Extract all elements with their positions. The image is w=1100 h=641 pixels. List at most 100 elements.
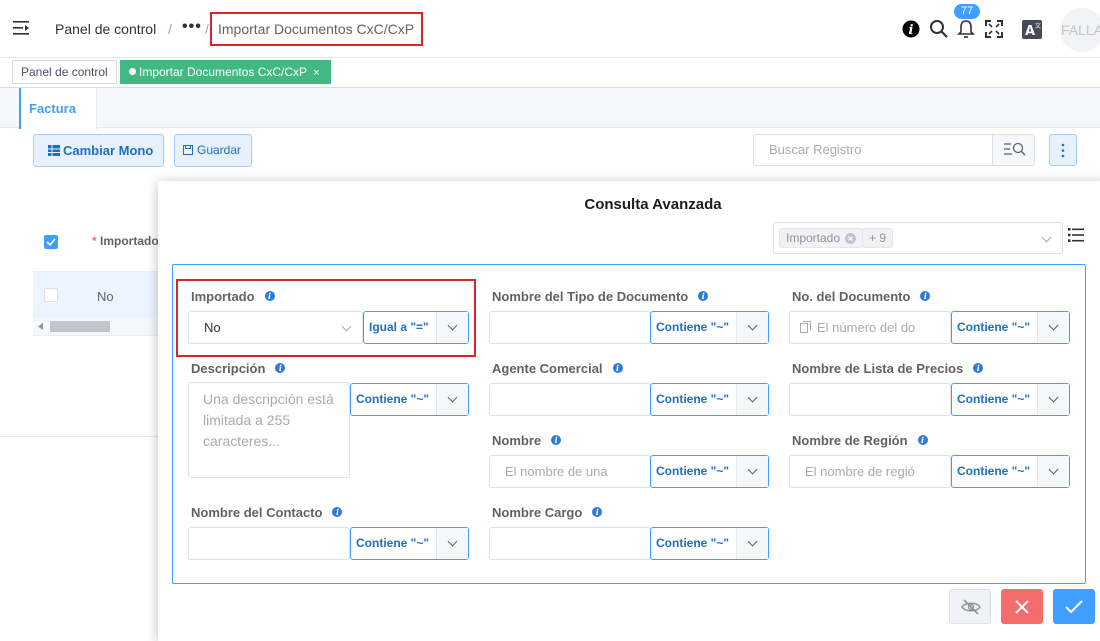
save-icon bbox=[183, 145, 193, 155]
no-documento-label: No. del Documento i bbox=[792, 289, 931, 304]
tag-panel-de-control[interactable]: Panel de control bbox=[12, 60, 117, 84]
cargo-input[interactable] bbox=[489, 527, 651, 560]
document-icon bbox=[800, 321, 811, 333]
search-button[interactable] bbox=[992, 134, 1035, 166]
input-placeholder: El número del do bbox=[817, 320, 916, 335]
cargo-label: Nombre Cargo i bbox=[492, 505, 603, 520]
info-icon[interactable]: i bbox=[973, 363, 984, 373]
operator-label: Contiene "~" bbox=[656, 536, 730, 550]
descripcion-textarea[interactable]: Una descripción está limitada a 255 cara… bbox=[188, 382, 350, 478]
breadcrumb-home[interactable]: Panel de control bbox=[55, 21, 156, 37]
more-fields-chip: + 9 bbox=[862, 228, 894, 248]
info-icon[interactable]: i bbox=[551, 435, 562, 445]
contacto-input[interactable] bbox=[188, 527, 350, 560]
operator-label: Contiene "~" bbox=[957, 392, 1031, 406]
operator-label: Contiene "~" bbox=[656, 320, 730, 334]
tag-importar-documentos[interactable]: Importar Documentos CxC/CxP × bbox=[120, 60, 331, 84]
bell-icon[interactable] bbox=[957, 19, 975, 39]
search-icon[interactable] bbox=[929, 19, 949, 39]
region-operator[interactable]: Contiene "~" bbox=[951, 455, 1070, 488]
agente-input[interactable] bbox=[489, 383, 651, 416]
tabs-strip bbox=[0, 88, 1100, 128]
label-text: Agente Comercial bbox=[492, 361, 603, 376]
descripcion-operator[interactable]: Contiene "~" bbox=[350, 383, 469, 416]
chevron-down-icon bbox=[1037, 384, 1069, 415]
info-icon[interactable]: i bbox=[917, 435, 928, 445]
tipo-documento-label: Nombre del Tipo de Documento i bbox=[492, 289, 709, 304]
chevron-down-icon bbox=[436, 384, 468, 415]
tab-factura[interactable]: Factura bbox=[19, 88, 97, 129]
search-input[interactable]: Buscar Registro bbox=[753, 134, 993, 166]
scroll-left-icon[interactable] bbox=[38, 323, 43, 330]
info-icon[interactable]: i bbox=[332, 507, 343, 517]
info-icon[interactable]: i bbox=[920, 291, 931, 301]
no-documento-input[interactable]: El número del do bbox=[789, 311, 951, 344]
chevron-down-icon bbox=[1037, 456, 1069, 487]
label-text: Nombre Cargo bbox=[492, 505, 583, 520]
region-input[interactable]: El nombre de regió bbox=[789, 455, 951, 488]
info-icon[interactable]: i bbox=[902, 20, 920, 38]
table-cell-importado: No bbox=[97, 289, 114, 304]
info-icon[interactable]: i bbox=[592, 507, 603, 517]
more-options-button[interactable] bbox=[1049, 134, 1077, 166]
language-icon[interactable]: A 文 bbox=[1022, 20, 1042, 39]
guardar-button[interactable]: Guardar bbox=[174, 134, 252, 167]
breadcrumb-current: Importar Documentos CxC/CxP bbox=[218, 21, 415, 37]
svg-text:i: i bbox=[909, 23, 914, 38]
label-text: Nombre bbox=[492, 433, 542, 448]
operator-label: Contiene "~" bbox=[356, 392, 430, 406]
chip-close-icon[interactable] bbox=[845, 233, 857, 244]
breadcrumb-separator: / bbox=[205, 21, 209, 37]
info-icon[interactable]: i bbox=[698, 291, 709, 301]
lista-precios-label: Nombre de Lista de Precios i bbox=[792, 361, 984, 376]
nombre-operator[interactable]: Contiene "~" bbox=[650, 455, 769, 488]
scrollbar-thumb[interactable] bbox=[50, 321, 110, 332]
label-text: Nombre de Región bbox=[792, 433, 908, 448]
guardar-label: Guardar bbox=[197, 143, 242, 157]
operator-label: Contiene "~" bbox=[656, 392, 730, 406]
table-icon bbox=[48, 145, 60, 156]
contacto-operator[interactable]: Contiene "~" bbox=[350, 527, 469, 560]
label-text: Nombre de Lista de Precios bbox=[792, 361, 964, 376]
chevron-down-icon bbox=[1037, 312, 1069, 343]
cambiar-mono-button[interactable]: Cambiar Mono bbox=[33, 134, 164, 167]
breadcrumb-more[interactable]: ••• bbox=[182, 18, 202, 36]
select-all-checkbox[interactable] bbox=[44, 235, 58, 249]
info-icon[interactable]: i bbox=[275, 363, 286, 373]
tag-close-icon[interactable]: × bbox=[313, 67, 319, 79]
label-text: Nombre del Tipo de Documento bbox=[492, 289, 689, 304]
info-icon[interactable]: i bbox=[612, 363, 623, 373]
list-icon[interactable] bbox=[1068, 227, 1084, 243]
fullscreen-icon[interactable] bbox=[985, 20, 1003, 38]
field-selector[interactable]: Importado + 9 bbox=[773, 222, 1063, 254]
row-checkbox[interactable] bbox=[44, 288, 58, 302]
lista-precios-operator[interactable]: Contiene "~" bbox=[951, 383, 1070, 416]
cargo-operator[interactable]: Contiene "~" bbox=[650, 527, 769, 560]
column-header-importado[interactable]: * Importado bbox=[92, 234, 159, 248]
highlight-annotation bbox=[176, 279, 476, 357]
notification-badge: 77 bbox=[954, 4, 980, 19]
operator-label: Contiene "~" bbox=[957, 320, 1031, 334]
lista-precios-input[interactable] bbox=[789, 383, 951, 416]
confirm-button[interactable] bbox=[1053, 589, 1095, 624]
operator-label: Contiene "~" bbox=[656, 464, 730, 478]
chip-label: Importado bbox=[786, 231, 841, 245]
tag-label: Importar Documentos CxC/CxP bbox=[139, 65, 307, 79]
clear-filter-button[interactable] bbox=[949, 589, 991, 624]
label-text: Nombre del Contacto bbox=[191, 505, 323, 520]
selected-field-chip: Importado bbox=[779, 228, 864, 248]
operator-label: Contiene "~" bbox=[356, 536, 430, 550]
region-label: Nombre de Región i bbox=[792, 433, 928, 448]
nombre-input[interactable]: El nombre de una bbox=[489, 455, 651, 488]
agente-operator[interactable]: Contiene "~" bbox=[650, 383, 769, 416]
tipo-documento-operator[interactable]: Contiene "~" bbox=[650, 311, 769, 344]
check-icon bbox=[46, 238, 56, 246]
avatar[interactable]: FALLA bbox=[1060, 8, 1100, 52]
search-list-icon bbox=[1004, 142, 1026, 156]
cancel-button[interactable] bbox=[1001, 589, 1043, 624]
menu-fold-icon[interactable] bbox=[13, 20, 31, 36]
label-text: Descripción bbox=[191, 361, 266, 376]
chevron-down-icon bbox=[736, 528, 768, 559]
tipo-documento-input[interactable] bbox=[489, 311, 651, 344]
no-documento-operator[interactable]: Contiene "~" bbox=[951, 311, 1070, 344]
